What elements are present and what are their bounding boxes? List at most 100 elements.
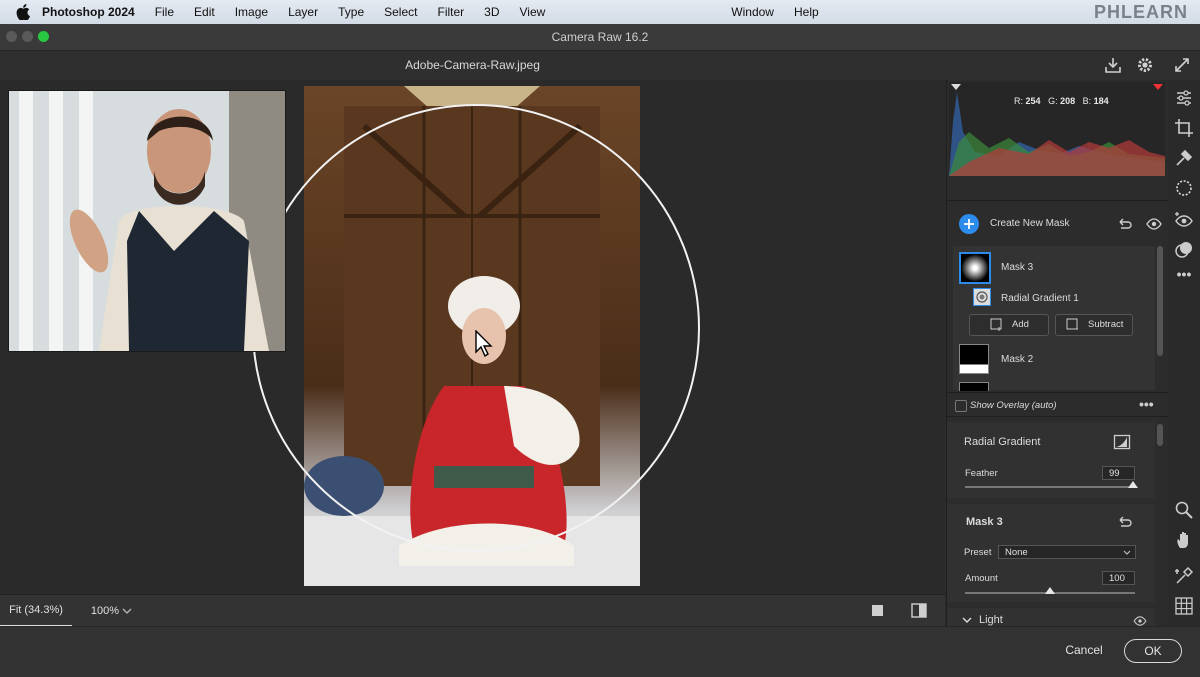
reset-icon[interactable] [1117,216,1133,232]
settings-gear-icon[interactable] [1136,56,1154,74]
more-tools-icon[interactable]: ••• [1174,266,1194,286]
fit-zoom-button[interactable]: Fit (34.3%) [0,595,72,627]
color-sampler-icon[interactable] [1174,566,1194,586]
settings-scrollbar[interactable] [1157,424,1163,446]
radial-gradient-thumbnail[interactable] [973,288,991,306]
menu-window[interactable]: Window [721,5,784,19]
add-button[interactable]: Add [969,314,1049,336]
subtract-button[interactable]: Subtract [1055,314,1133,336]
feather-slider-handle[interactable] [1128,481,1139,488]
menu-app-name[interactable]: Photoshop 2024 [38,5,145,19]
hand-tool-icon[interactable] [1174,530,1194,550]
add-mask-icon [990,318,1002,331]
menu-select[interactable]: Select [374,5,427,19]
mask-2-thumbnail[interactable] [959,344,989,374]
edit-sliders-icon[interactable] [1174,88,1194,108]
cancel-button[interactable]: Cancel [1060,639,1108,661]
light-section[interactable]: Light [947,608,1155,626]
r-label: R: [1014,96,1023,106]
mask-list-scrollbar[interactable] [1157,246,1163,356]
mask-settings-section: Mask 3 Preset None Amount 100 [947,504,1155,602]
image-canvas[interactable] [0,80,945,594]
mask-3-label[interactable]: Mask 3 [1001,262,1033,273]
g-label: G: [1048,96,1058,106]
radial-gradient-title: Radial Gradient [964,436,1041,448]
feather-slider-track[interactable] [965,486,1135,488]
mask-thumbnail-partial [959,382,989,391]
menu-3d[interactable]: 3D [474,5,509,19]
mask-3-thumbnail[interactable] [959,252,991,284]
divider [947,200,1169,201]
grid-overlay-icon[interactable] [1174,596,1194,616]
red-eye-icon[interactable] [1174,210,1194,230]
preset-dropdown[interactable]: None [998,545,1136,559]
radial-gradient-section: Radial Gradient Feather 99 [947,422,1155,498]
rgb-readout: R: 254 G: 208 B: 184 [1014,96,1109,106]
radial-gradient-component-label[interactable]: Radial Gradient 1 [1001,293,1079,304]
file-name: Adobe-Camera-Raw.jpeg [405,58,540,72]
zoom-tool-icon[interactable] [1174,500,1194,520]
menu-help[interactable]: Help [784,5,829,19]
eye-icon[interactable] [1133,616,1147,626]
radial-gradient-overlay[interactable] [252,104,700,552]
mouse-cursor-icon [475,330,493,358]
masking-icon[interactable] [1174,178,1194,198]
menu-file[interactable]: File [145,5,184,19]
create-new-mask-label[interactable]: Create New Mask [990,218,1069,229]
invert-mask-icon[interactable] [1113,434,1131,450]
reset-mask-icon[interactable] [1117,514,1133,530]
r-value: 254 [1025,96,1041,106]
window-title: Camera Raw 16.2 [551,30,649,44]
chevron-down-icon [1123,550,1131,555]
edit-panel: R: 254 G: 208 B: 184 Create New Mask Mas… [946,80,1169,626]
divider [947,416,1169,417]
fullscreen-icon[interactable] [1173,56,1191,74]
apple-icon[interactable] [16,4,30,20]
menu-filter[interactable]: Filter [427,5,474,19]
presets-icon[interactable] [1174,240,1194,260]
amount-label: Amount [965,573,998,584]
light-title: Light [979,614,1003,626]
show-overlay-label: Show Overlay (auto) [970,400,1057,411]
mask-settings-title: Mask 3 [966,516,1003,528]
feather-value-field[interactable]: 99 [1102,466,1135,480]
menu-edit[interactable]: Edit [184,5,225,19]
file-bar: Adobe-Camera-Raw.jpeg [0,51,1200,80]
amount-value-field[interactable]: 100 [1102,571,1135,585]
window-title-bar: Camera Raw 16.2 [0,24,1200,51]
subtract-label: Subtract [1088,319,1124,330]
histogram: R: 254 G: 208 B: 184 [949,82,1165,176]
chevron-down-icon[interactable] [962,616,972,624]
g-value: 208 [1060,96,1076,106]
before-after-split-icon[interactable] [910,602,928,620]
before-after-single-icon[interactable] [870,603,886,619]
save-icon[interactable] [1104,56,1122,74]
radial-gradient-icon [976,291,988,303]
create-new-mask-button[interactable] [959,214,979,234]
plus-icon [964,219,974,229]
b-label: B: [1082,96,1092,106]
crop-icon[interactable] [1174,118,1194,138]
show-overlay-checkbox[interactable] [955,400,967,412]
chevron-down-icon[interactable] [122,607,132,615]
preset-label: Preset [964,547,992,558]
mask-2-label[interactable]: Mask 2 [1001,354,1033,365]
healing-brush-icon[interactable] [1174,148,1194,168]
menu-bar: Photoshop 2024 File Edit Image Layer Typ… [0,0,1200,24]
presenter-webcam-overlay [8,90,286,352]
menu-type[interactable]: Type [328,5,374,19]
menu-image[interactable]: Image [225,5,278,19]
zoom-bar: Fit (34.3%) 100% [0,594,945,627]
tool-strip: ••• [1168,80,1200,626]
dialog-footer: Cancel OK [0,626,1200,677]
menu-layer[interactable]: Layer [278,5,328,19]
b-value: 184 [1093,96,1109,106]
ok-button[interactable]: OK [1124,639,1182,663]
brand-logo: PHLEARN [1093,2,1188,22]
amount-slider-handle[interactable] [1045,587,1055,594]
eye-icon[interactable] [1146,217,1162,231]
subtract-mask-icon [1066,318,1078,330]
divider [947,392,1169,393]
menu-view[interactable]: View [510,5,556,19]
more-options-icon[interactable]: ••• [1139,396,1154,412]
